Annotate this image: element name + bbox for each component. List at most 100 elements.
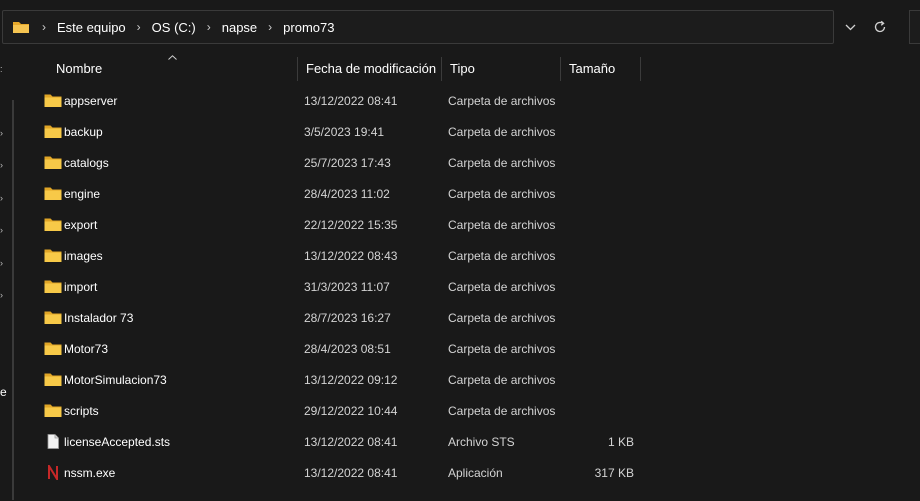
file-date-modified: 29/12/2022 10:44 — [304, 403, 398, 418]
file-date-modified: 28/7/2023 16:27 — [304, 310, 391, 325]
folder-icon — [44, 124, 62, 139]
folder-icon — [44, 155, 62, 170]
file-size — [562, 85, 634, 116]
folder-icon — [44, 186, 62, 201]
file-type: Carpeta de archivos — [448, 341, 556, 356]
nav-item-label[interactable]: e — [0, 385, 7, 399]
file-name: backup — [64, 124, 103, 139]
file-name: engine — [64, 186, 101, 201]
column-header-fecha[interactable]: Fecha de modificación — [298, 52, 442, 84]
file-size: 1 KB — [607, 434, 634, 449]
breadcrumb-item-este-equipo[interactable]: Este equipo — [57, 20, 126, 35]
column-header-tipo[interactable]: Tipo — [442, 52, 561, 84]
folder-icon — [44, 372, 62, 387]
search-box[interactable] — [909, 10, 920, 44]
file-type: Carpeta de archivos — [448, 403, 556, 418]
file-row[interactable]: Motor73 28/4/2023 08:51 Carpeta de archivo… — [42, 333, 642, 364]
file-row[interactable]: appserver 13/12/2022 08:41 Carpeta de arch… — [42, 85, 642, 116]
file-type: Carpeta de archivos — [448, 155, 556, 170]
file-row[interactable]: backup 3/5/2023 19:41 Carpeta de archivos — [42, 116, 642, 147]
file-type: Carpeta de archivos — [448, 217, 556, 232]
file-date-modified: 25/7/2023 17:43 — [304, 155, 391, 170]
breadcrumb-item-os-c[interactable]: OS (C:) — [152, 20, 196, 35]
breadcrumb-item-napse[interactable]: napse — [222, 20, 257, 35]
file-date-modified: 28/4/2023 08:51 — [304, 341, 391, 356]
folder-icon — [44, 403, 62, 418]
file-size — [562, 116, 634, 147]
refresh-button[interactable] — [866, 10, 894, 44]
file-row[interactable]: licenseAccepted.sts 13/12/2022 08:41 Archi… — [42, 426, 642, 457]
expand-arrow-icon[interactable]: › — [0, 128, 4, 138]
file-name: MotorSimulacion73 — [64, 372, 167, 387]
file-name: import — [64, 279, 98, 294]
expand-arrow-icon[interactable]: › — [0, 258, 4, 268]
file-name: images — [64, 248, 103, 263]
file-icon — [44, 434, 62, 449]
file-size — [562, 240, 634, 271]
expand-arrow-icon[interactable]: › — [0, 290, 4, 300]
file-date-modified: 13/12/2022 08:41 — [304, 434, 398, 449]
file-date-modified: 13/12/2022 09:12 — [304, 372, 398, 387]
folder-icon — [44, 217, 62, 232]
file-size — [562, 147, 634, 178]
file-type: Carpeta de archivos — [448, 248, 556, 263]
file-type: Carpeta de archivos — [448, 93, 556, 108]
file-name: catalogs — [64, 155, 109, 170]
file-type: Carpeta de archivos — [448, 372, 556, 387]
file-type: Carpeta de archivos — [448, 186, 556, 201]
file-row[interactable]: nssm.exe 13/12/2022 08:41 Aplicación 317 KB — [42, 457, 642, 488]
folder-icon — [44, 310, 62, 325]
file-size: 317 KB — [594, 465, 634, 480]
file-size — [562, 364, 634, 395]
file-row[interactable]: MotorSimulacion73 13/12/2022 09:12 Carpeta… — [42, 364, 642, 395]
file-row[interactable]: engine 28/4/2023 11:02 Carpeta de archivos — [42, 178, 642, 209]
sort-ascending-icon — [168, 52, 177, 62]
file-name: nssm.exe — [64, 465, 116, 480]
chevron-right-icon[interactable]: : — [0, 64, 4, 74]
refresh-icon — [874, 20, 886, 33]
chevron-right-icon[interactable]: › — [207, 20, 211, 34]
breadcrumb-item-promo73[interactable]: promo73 — [283, 20, 334, 35]
folder-icon — [44, 93, 62, 108]
expand-arrow-icon[interactable]: › — [0, 225, 4, 235]
file-row[interactable]: import 31/3/2023 11:07 Carpeta de archivos — [42, 271, 642, 302]
file-name: Motor73 — [64, 341, 109, 356]
folder-icon — [44, 279, 62, 294]
chevron-down-icon — [845, 24, 855, 30]
chevron-right-icon[interactable]: › — [137, 20, 141, 34]
folder-icon — [44, 341, 62, 356]
expand-arrow-icon[interactable]: › — [0, 160, 4, 170]
breadcrumb: › Este equipo › OS (C:) › napse › promo7… — [12, 11, 345, 43]
file-date-modified: 13/12/2022 08:41 — [304, 93, 398, 108]
file-date-modified: 3/5/2023 19:41 — [304, 124, 385, 139]
file-size — [562, 333, 634, 364]
chevron-right-icon[interactable]: › — [268, 20, 272, 34]
address-bar[interactable]: › Este equipo › OS (C:) › napse › promo7… — [2, 10, 834, 44]
file-size — [562, 395, 634, 426]
file-row[interactable]: images 13/12/2022 08:43 Carpeta de archivo… — [42, 240, 642, 271]
file-date-modified: 13/12/2022 08:43 — [304, 248, 398, 263]
exe-icon — [44, 462, 62, 483]
file-row[interactable]: scripts 29/12/2022 10:44 Carpeta de archiv… — [42, 395, 642, 426]
file-row[interactable]: catalogs 25/7/2023 17:43 Carpeta de archiv… — [42, 147, 642, 178]
file-type: Carpeta de archivos — [448, 279, 556, 294]
expand-arrow-icon[interactable]: › — [0, 193, 4, 203]
column-divider[interactable] — [640, 57, 641, 81]
file-name: scripts — [64, 403, 99, 418]
file-date-modified: 13/12/2022 08:41 — [304, 465, 398, 480]
file-row[interactable]: Instalador 73 28/7/2023 16:27 Carpeta de a… — [42, 302, 642, 333]
file-size — [562, 271, 634, 302]
file-row[interactable]: export 22/12/2022 15:35 Carpeta de archivo… — [42, 209, 642, 240]
file-name: Instalador 73 — [64, 310, 134, 325]
nav-scrollbar[interactable] — [12, 100, 14, 500]
file-type: Carpeta de archivos — [448, 124, 556, 139]
file-date-modified: 28/4/2023 11:02 — [304, 186, 390, 201]
folder-icon — [13, 22, 29, 33]
file-type: Archivo STS — [448, 434, 515, 449]
address-history-button[interactable] — [837, 10, 863, 44]
file-name: appserver — [64, 93, 118, 108]
file-size — [562, 302, 634, 333]
column-header-tamano[interactable]: Tamaño — [561, 52, 641, 84]
chevron-right-icon: › — [42, 20, 46, 34]
file-name: licenseAccepted.sts — [64, 434, 171, 449]
